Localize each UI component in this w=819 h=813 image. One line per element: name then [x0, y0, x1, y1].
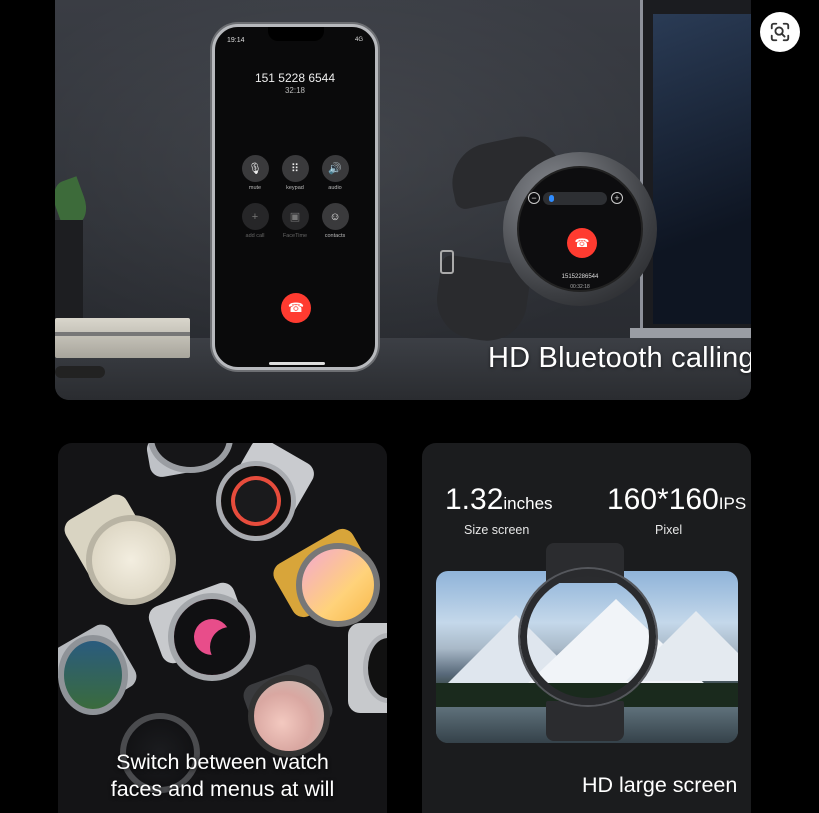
pixel-label: Pixel [655, 523, 683, 537]
watch-faces-caption: Switch between watch faces and menus at … [58, 749, 387, 803]
mute-label: mute [248, 185, 262, 191]
phone-notch [268, 27, 324, 41]
hang-up-icon: ☎ [574, 236, 590, 250]
product-gallery: 19:14 4G 151 5228 6544 32:18 🎙 mute ⠿ ke… [0, 0, 819, 813]
watch-face-digital-yellow [296, 543, 380, 627]
screen-size-spec: 1.32inches Size screen [445, 483, 553, 537]
contacts-label: contacts [324, 233, 346, 239]
volume-down-button[interactable]: − [528, 192, 540, 204]
keypad-label: keypad [286, 185, 304, 191]
visual-search-button[interactable] [760, 12, 800, 52]
watch-call-number: 15152286544 [561, 274, 599, 280]
call-number: 151 5228 6544 [254, 71, 336, 85]
keypad-icon: ⠿ [281, 155, 309, 182]
audio-label: audio [328, 185, 342, 191]
caption-line-1: Switch between watch [116, 750, 329, 774]
size-unit: inches [503, 494, 553, 513]
watch-call-duration: 00:32:18 [570, 284, 590, 290]
size-number: 1.32 [445, 483, 504, 516]
laptop-screen [653, 14, 751, 324]
pixel-value: 160*160IPS [607, 483, 746, 517]
watch-face-analog [86, 515, 176, 605]
facetime-icon: ▣ [281, 203, 309, 230]
watch-band-buckle [440, 250, 454, 274]
speaker-icon: 🔊 [321, 155, 349, 182]
bluetooth-calling-banner: 19:14 4G 151 5228 6544 32:18 🎙 mute ⠿ ke… [55, 0, 751, 400]
pen [55, 366, 105, 378]
facetime-label: FaceTime [282, 233, 308, 239]
watch-band-bottom [546, 701, 624, 741]
caption-line-2: faces and menus at will [110, 777, 335, 801]
screen-size-value: 1.32inches [445, 483, 553, 517]
volume-up-button[interactable]: + [611, 192, 623, 204]
call-controls: 🎙 mute ⠿ keypad 🔊 audio + add call ▣ Fac… [235, 155, 355, 239]
watch-face-colorful-digits [168, 593, 256, 681]
pixel-spec: 160*160IPS Pixel [607, 483, 746, 537]
home-indicator [269, 362, 325, 365]
large-screen-panel: 1.32inches Size screen 160*160IPS Pixel … [422, 443, 751, 813]
call-duration: 32:18 [284, 86, 306, 95]
plus-icon: + [241, 203, 269, 230]
watch-end-call-button[interactable]: ☎ [567, 228, 597, 258]
large-screen-caption: HD large screen [582, 773, 738, 797]
pixel-number: 160*160 [607, 483, 719, 516]
watch-face-pig [248, 675, 330, 757]
add-call-label: add call [245, 233, 265, 239]
phone: 19:14 4G 151 5228 6544 32:18 🎙 mute ⠿ ke… [212, 24, 378, 370]
watch-face-app-grid [216, 461, 296, 541]
status-time: 19:14 [227, 37, 245, 44]
add-call-button[interactable]: + add call [235, 203, 275, 239]
bluetooth-calling-caption: HD Bluetooth calling [488, 342, 751, 374]
transparent-watch-case [520, 569, 656, 705]
facetime-button[interactable]: ▣ FaceTime [275, 203, 315, 239]
contacts-button[interactable]: ☺ contacts [315, 203, 355, 239]
audio-button[interactable]: 🔊 audio [315, 155, 355, 191]
pixel-unit: IPS [718, 494, 747, 513]
watch-call-screen: − + ☎ 15152286544 00:32:18 [517, 166, 643, 292]
lens-search-icon [770, 22, 790, 42]
end-call-button[interactable]: ☎ [281, 293, 311, 323]
watch-faces-panel: Switch between watch faces and menus at … [58, 443, 387, 813]
size-label: Size screen [464, 523, 530, 537]
keypad-button[interactable]: ⠿ keypad [275, 155, 315, 191]
mic-off-icon: 🎙 [241, 155, 269, 182]
volume-slider[interactable] [543, 192, 607, 205]
books [55, 318, 190, 358]
status-icons: 4G [354, 37, 363, 43]
mute-button[interactable]: 🎙 mute [235, 155, 275, 191]
watch-face-landscape [58, 635, 128, 715]
contacts-icon: ☺ [321, 203, 349, 230]
hang-up-icon: ☎ [287, 300, 305, 315]
plant-pot [55, 220, 83, 318]
volume-level [549, 195, 554, 202]
